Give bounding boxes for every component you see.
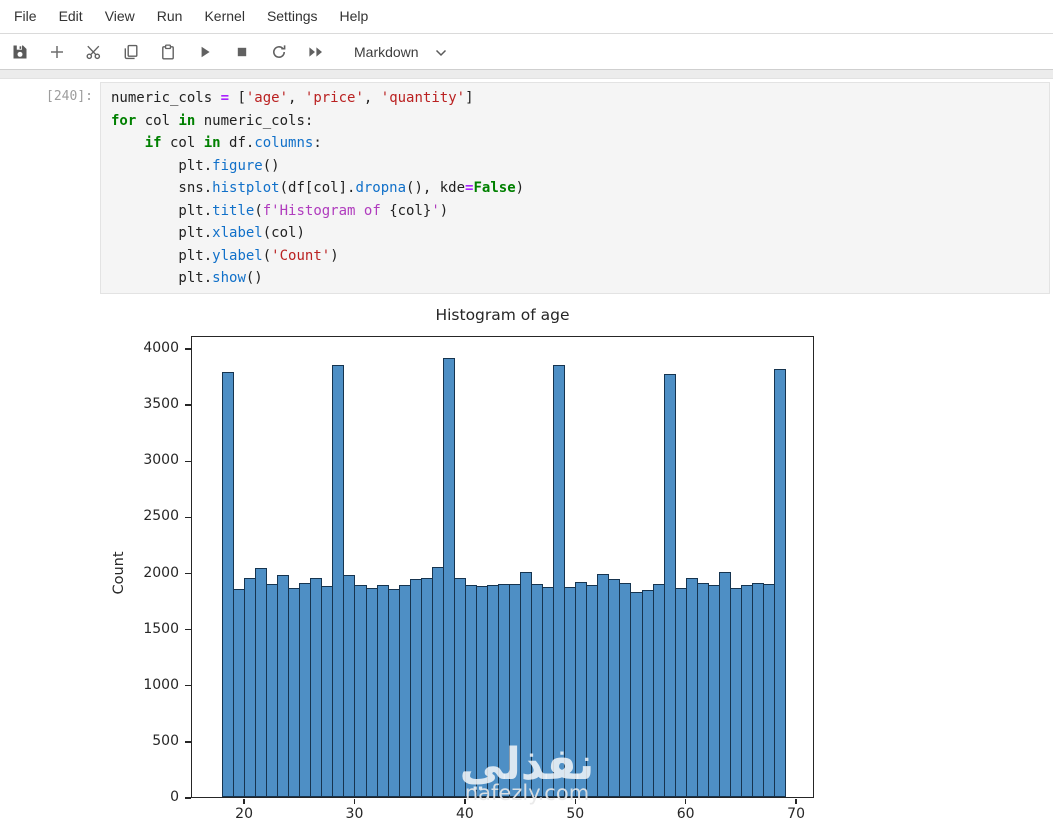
y-tick-label: 2500	[143, 508, 179, 525]
code-line: sns.histplot(df[col].dropna(), kde=False…	[111, 180, 525, 196]
menu-help[interactable]: Help	[329, 0, 380, 33]
chevron-down-icon	[435, 44, 447, 60]
code-editor[interactable]: numeric_cols = ['age', 'price', 'quantit…	[111, 87, 1039, 290]
y-tick-label: 4000	[143, 340, 179, 356]
restart-arrow-icon	[271, 44, 287, 60]
y-tick-label: 1500	[143, 620, 179, 637]
x-tick-mark	[243, 799, 245, 804]
notebook-toolbar: Markdown	[0, 34, 1053, 70]
menu-view[interactable]: View	[94, 0, 146, 33]
insert-cell-button[interactable]	[38, 37, 75, 67]
copy-icon	[123, 44, 139, 60]
toolbar-divider	[0, 70, 1053, 79]
scissors-icon	[85, 44, 102, 60]
code-line: for col in numeric_cols:	[111, 112, 314, 129]
restart-kernel-button[interactable]	[260, 37, 297, 67]
plus-icon	[49, 44, 65, 60]
copy-button[interactable]	[112, 37, 149, 67]
cell-type-value: Markdown	[354, 43, 419, 60]
x-tick-label: 50	[566, 806, 585, 822]
paste-button[interactable]	[149, 37, 186, 67]
fast-forward-icon	[307, 44, 325, 60]
y-tick-mark	[185, 797, 191, 799]
code-line: plt.figure()	[111, 157, 280, 174]
x-tick-mark	[795, 799, 797, 804]
code-cell: [240]: numeric_cols = ['age', 'price', '…	[0, 82, 1053, 294]
interrupt-kernel-button[interactable]	[223, 37, 260, 67]
execution-count: [240]:	[46, 89, 93, 104]
y-tick-mark	[185, 572, 191, 575]
cell-input-area[interactable]: numeric_cols = ['age', 'price', 'quantit…	[100, 82, 1050, 294]
y-tick-mark	[185, 741, 191, 743]
code-line: numeric_cols = ['age', 'price', 'quantit…	[111, 90, 474, 106]
plot-area	[191, 336, 814, 798]
code-line: plt.title(f'Histogram of {col}')	[111, 202, 449, 219]
code-line: plt.xlabel(col)	[111, 225, 305, 241]
x-tick-mark	[353, 799, 356, 804]
menu-file[interactable]: File	[3, 0, 48, 33]
code-line: plt.show()	[111, 270, 263, 286]
clipboard-paste-icon	[160, 43, 176, 60]
code-line: plt.ylabel('Count')	[111, 247, 339, 264]
cell-output-figure: Histogram of age Count 0 500 1000 1500 2000 2…	[0, 295, 1053, 822]
x-tick-mark	[684, 799, 687, 804]
stop-icon	[234, 44, 250, 60]
run-all-button[interactable]	[297, 37, 334, 67]
y-tick-mark	[185, 516, 191, 519]
menu-settings[interactable]: Settings	[256, 0, 329, 33]
y-tick-mark	[185, 628, 191, 631]
chart-title: Histogram of age	[435, 306, 570, 324]
y-tick-mark	[185, 685, 191, 687]
watermark-url: nafezly.com	[464, 781, 590, 805]
y-tick-label: 500	[152, 732, 179, 749]
menu-run[interactable]: Run	[146, 0, 194, 33]
y-tick-label: 3500	[143, 396, 179, 413]
x-tick-label: 40	[455, 806, 474, 822]
menu-edit[interactable]: Edit	[48, 0, 94, 33]
menu-kernel[interactable]: Kernel	[193, 0, 255, 33]
x-tick-label: 60	[676, 806, 695, 822]
menu-bar: File Edit View Run Kernel Settings Help	[0, 0, 1053, 34]
cell-type-dropdown[interactable]: Markdown	[354, 44, 447, 60]
run-cell-button[interactable]	[186, 37, 223, 67]
code-line: if col in df.columns:	[144, 135, 322, 151]
save-button[interactable]	[1, 37, 38, 67]
y-tick-mark	[185, 460, 191, 462]
x-tick-label: 20	[235, 806, 253, 822]
play-icon	[197, 44, 213, 60]
cut-button[interactable]	[75, 37, 112, 67]
y-tick-mark	[185, 348, 191, 350]
x-tick-label: 30	[345, 806, 364, 822]
y-tick-label: 1000	[143, 676, 179, 693]
histogram-bar	[774, 369, 787, 797]
y-tick-mark	[185, 404, 191, 406]
floppy-save-icon	[12, 44, 28, 60]
y-tick-label: 3000	[143, 452, 179, 469]
y-tick-label: 2000	[143, 564, 179, 581]
x-tick-label: 70	[787, 806, 805, 822]
y-tick-label: 0	[170, 789, 179, 805]
